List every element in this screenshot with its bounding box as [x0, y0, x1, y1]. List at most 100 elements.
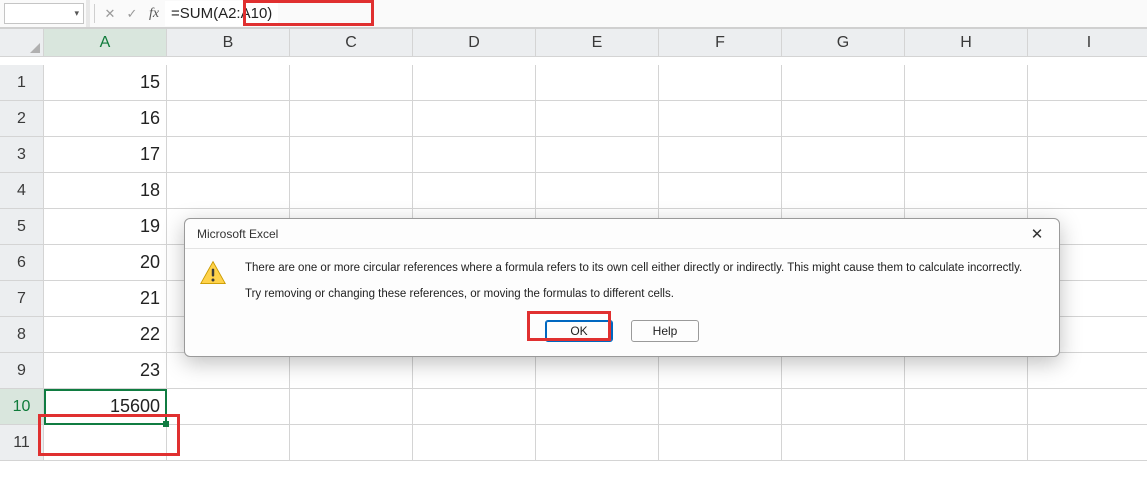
cell-E4[interactable] [536, 173, 659, 209]
cell-B9[interactable] [167, 353, 290, 389]
cell-I2[interactable] [1028, 101, 1147, 137]
cell-G1[interactable] [782, 65, 905, 101]
row-header-3[interactable]: 3 [0, 137, 44, 173]
cell-C11[interactable] [290, 425, 413, 461]
row-header-11[interactable]: 11 [0, 425, 44, 461]
cell-E2[interactable] [536, 101, 659, 137]
name-box[interactable]: ▾ [4, 3, 84, 24]
cell-G4[interactable] [782, 173, 905, 209]
cell-I1[interactable] [1028, 65, 1147, 101]
cell-I3[interactable] [1028, 137, 1147, 173]
cell-A6[interactable]: 20 [44, 245, 167, 281]
row-header-2[interactable]: 2 [0, 101, 44, 137]
cell-I10[interactable] [1028, 389, 1147, 425]
row-header-1[interactable]: 1 [0, 65, 44, 101]
column-header-A[interactable]: A [44, 29, 167, 57]
cell-H2[interactable] [905, 101, 1028, 137]
cell-B10[interactable] [167, 389, 290, 425]
cell-value: 15600 [110, 396, 160, 417]
cell-E9[interactable] [536, 353, 659, 389]
cell-B2[interactable] [167, 101, 290, 137]
cell-A9[interactable]: 23 [44, 353, 167, 389]
cell-value: 19 [140, 216, 160, 237]
column-header-C[interactable]: C [290, 29, 413, 57]
cell-A10[interactable]: 15600 [44, 389, 167, 425]
cell-G2[interactable] [782, 101, 905, 137]
cell-C2[interactable] [290, 101, 413, 137]
row-header-5[interactable]: 5 [0, 209, 44, 245]
cell-C10[interactable] [290, 389, 413, 425]
cell-E11[interactable] [536, 425, 659, 461]
row-header-7[interactable]: 7 [0, 281, 44, 317]
cell-B3[interactable] [167, 137, 290, 173]
cell-I11[interactable] [1028, 425, 1147, 461]
dialog-titlebar[interactable]: Microsoft Excel ✕ [185, 219, 1059, 249]
cell-I9[interactable] [1028, 353, 1147, 389]
column-header-H[interactable]: H [905, 29, 1028, 57]
cell-A4[interactable]: 18 [44, 173, 167, 209]
cell-F2[interactable] [659, 101, 782, 137]
row-header-9[interactable]: 9 [0, 353, 44, 389]
cell-D9[interactable] [413, 353, 536, 389]
confirm-formula-button[interactable]: ✓ [121, 0, 143, 27]
column-header-F[interactable]: F [659, 29, 782, 57]
cell-E1[interactable] [536, 65, 659, 101]
row-header-6[interactable]: 6 [0, 245, 44, 281]
column-header-B[interactable]: B [167, 29, 290, 57]
cell-H1[interactable] [905, 65, 1028, 101]
cell-A5[interactable]: 19 [44, 209, 167, 245]
cell-D2[interactable] [413, 101, 536, 137]
cell-E10[interactable] [536, 389, 659, 425]
cell-H4[interactable] [905, 173, 1028, 209]
cell-C4[interactable] [290, 173, 413, 209]
column-header-G[interactable]: G [782, 29, 905, 57]
cell-G3[interactable] [782, 137, 905, 173]
cell-C3[interactable] [290, 137, 413, 173]
cell-D1[interactable] [413, 65, 536, 101]
cell-F10[interactable] [659, 389, 782, 425]
cell-C1[interactable] [290, 65, 413, 101]
row-header-8[interactable]: 8 [0, 317, 44, 353]
column-header-D[interactable]: D [413, 29, 536, 57]
cell-D11[interactable] [413, 425, 536, 461]
cell-A11[interactable] [44, 425, 167, 461]
ok-button[interactable]: OK [545, 320, 613, 342]
cell-A8[interactable]: 22 [44, 317, 167, 353]
cell-I4[interactable] [1028, 173, 1147, 209]
cell-F3[interactable] [659, 137, 782, 173]
column-header-I[interactable]: I [1028, 29, 1147, 57]
row-header-10[interactable]: 10 [0, 389, 44, 425]
cell-H10[interactable] [905, 389, 1028, 425]
cell-F4[interactable] [659, 173, 782, 209]
cell-B1[interactable] [167, 65, 290, 101]
cell-D3[interactable] [413, 137, 536, 173]
column-header-E[interactable]: E [536, 29, 659, 57]
cell-B4[interactable] [167, 173, 290, 209]
name-box-dropdown-icon[interactable]: ▾ [74, 8, 79, 19]
row-header-4[interactable]: 4 [0, 173, 44, 209]
cell-H3[interactable] [905, 137, 1028, 173]
cell-C9[interactable] [290, 353, 413, 389]
dialog-close-button[interactable]: ✕ [1023, 223, 1051, 245]
cell-F11[interactable] [659, 425, 782, 461]
cell-G10[interactable] [782, 389, 905, 425]
cell-A1[interactable]: 15 [44, 65, 167, 101]
insert-function-button[interactable]: fx [143, 0, 165, 27]
cell-G9[interactable] [782, 353, 905, 389]
cell-A2[interactable]: 16 [44, 101, 167, 137]
cancel-formula-button[interactable]: ✕ [99, 0, 121, 27]
cell-A7[interactable]: 21 [44, 281, 167, 317]
cell-D10[interactable] [413, 389, 536, 425]
select-all-corner[interactable] [0, 29, 44, 57]
formula-input[interactable]: =SUM(A2:A10) [165, 1, 278, 26]
cell-F1[interactable] [659, 65, 782, 101]
cell-H11[interactable] [905, 425, 1028, 461]
cell-H9[interactable] [905, 353, 1028, 389]
cell-D4[interactable] [413, 173, 536, 209]
cell-G11[interactable] [782, 425, 905, 461]
cell-F9[interactable] [659, 353, 782, 389]
help-button[interactable]: Help [631, 320, 699, 342]
cell-B11[interactable] [167, 425, 290, 461]
cell-A3[interactable]: 17 [44, 137, 167, 173]
cell-E3[interactable] [536, 137, 659, 173]
